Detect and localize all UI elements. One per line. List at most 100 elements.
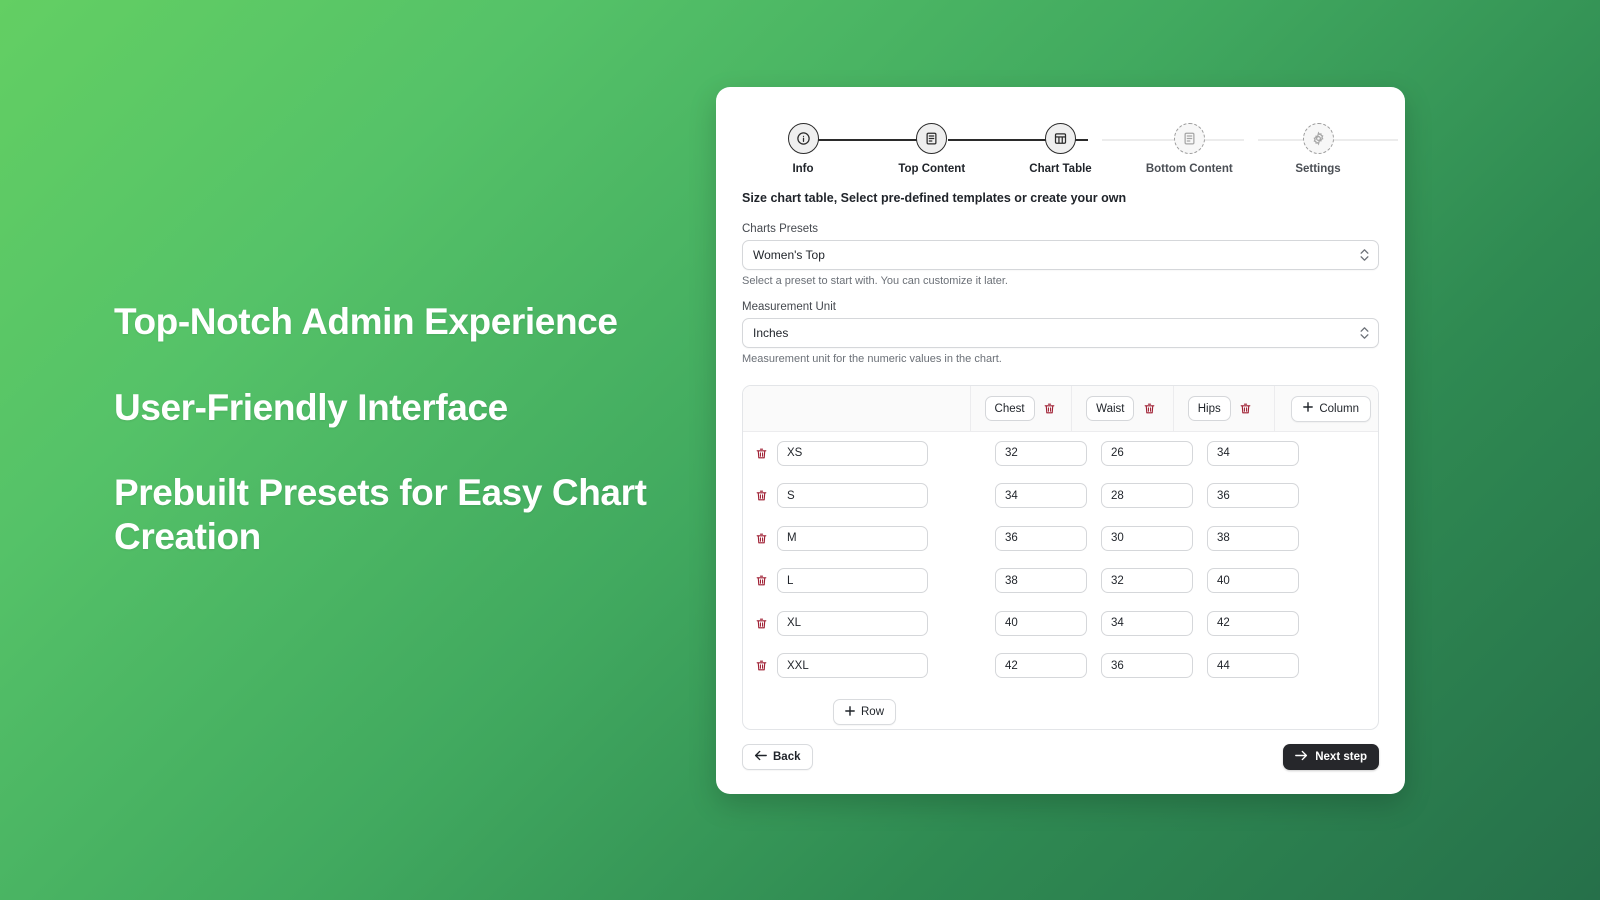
row-size-input[interactable]: S (777, 483, 928, 509)
add-column-label: Column (1319, 402, 1359, 415)
row-cell: 42 (981, 645, 1087, 688)
row-size-cell: S (743, 475, 981, 518)
section-title: Size chart table, Select pre-defined tem… (742, 191, 1127, 206)
info-circle-icon (796, 131, 811, 146)
row-value-input[interactable]: 34 (1207, 440, 1299, 466)
table-header-add-cell: Column (1274, 386, 1378, 432)
row-value-input[interactable]: 36 (1101, 653, 1193, 679)
row-cell: 42 (1193, 602, 1299, 645)
column-name-input-2[interactable]: Hips (1187, 396, 1231, 422)
document-text-icon (1182, 131, 1197, 146)
delete-row-button[interactable] (753, 573, 769, 589)
table-header-size-cell (743, 386, 970, 431)
row-value-input[interactable]: 38 (1207, 525, 1299, 551)
step-circle-bottom-content (1173, 123, 1205, 154)
stepper-step-top-content[interactable]: Top Content (873, 105, 991, 175)
row-cell: 40 (981, 602, 1087, 645)
step-circle-chart-table (1045, 123, 1076, 154)
table-row: L 38 32 40 (743, 560, 1378, 603)
next-step-label: Next step (1315, 751, 1367, 763)
row-cell: 38 (981, 560, 1087, 603)
table-header-col-2: Hips (1172, 386, 1275, 432)
row-cell: 28 (1087, 475, 1193, 518)
promo-line-3: Prebuilt Presets for Easy Chart Creation (114, 472, 647, 557)
measurement-unit-select[interactable]: Inches (742, 318, 1379, 349)
delete-row-button[interactable] (753, 445, 769, 461)
next-step-button[interactable]: Next step (1283, 744, 1379, 770)
column-name-input-0[interactable]: Chest (984, 396, 1035, 422)
wizard-footer: Back Next step (742, 730, 1379, 770)
step-label-top-content: Top Content (898, 163, 966, 175)
row-value-input[interactable]: 38 (995, 568, 1087, 594)
row-cell: 34 (981, 475, 1087, 518)
row-size-cell: XXL (743, 645, 981, 688)
table-header-col-0: Chest (969, 386, 1072, 432)
promo-block: Top-Notch Admin Experience User-Friendly… (114, 300, 714, 559)
row-value-input[interactable]: 40 (995, 610, 1087, 636)
field-measurement-unit: Measurement Unit Inches Measurement unit… (742, 301, 1379, 365)
measurement-unit-value: Inches (753, 326, 789, 341)
row-size-input[interactable]: M (777, 525, 928, 551)
table-footer: Row (743, 687, 1378, 729)
row-size-input[interactable]: XXL (777, 653, 928, 679)
row-cell: 32 (1087, 560, 1193, 603)
row-value-input[interactable]: 34 (1101, 610, 1193, 636)
row-value-input[interactable]: 36 (995, 525, 1087, 551)
delete-column-button-1[interactable] (1141, 401, 1157, 417)
step-circle-info (787, 123, 819, 154)
row-value-input[interactable]: 30 (1101, 525, 1193, 551)
size-chart-table: Chest Waist Hips Column XS 32 26 34 S 34… (742, 385, 1379, 730)
step-label-chart-table: Chart Table (1029, 163, 1092, 175)
delete-row-button[interactable] (753, 658, 769, 674)
step-label-settings: Settings (1295, 163, 1341, 175)
field-charts-presets: Charts Presets Women's Top Select a pres… (742, 223, 1379, 287)
charts-presets-select[interactable]: Women's Top (742, 240, 1379, 271)
row-value-input[interactable]: 42 (995, 653, 1087, 679)
row-size-cell: L (743, 560, 981, 603)
delete-column-button-0[interactable] (1042, 401, 1058, 417)
stepper-step-info[interactable]: Info (744, 105, 862, 175)
delete-row-button[interactable] (753, 530, 769, 546)
stepper-step-chart-table[interactable]: Chart Table (1002, 105, 1120, 175)
row-cell: 34 (1193, 432, 1299, 475)
row-cell: 34 (1087, 602, 1193, 645)
delete-row-button[interactable] (753, 615, 769, 631)
row-value-input[interactable]: 34 (995, 483, 1087, 509)
measurement-unit-help: Measurement unit for the numeric values … (742, 353, 1002, 366)
plus-icon (845, 705, 855, 719)
row-value-input[interactable]: 40 (1207, 568, 1299, 594)
add-row-button[interactable]: Row (833, 699, 897, 726)
table-row: XXL 42 36 44 (743, 645, 1378, 688)
delete-row-button[interactable] (753, 488, 769, 504)
row-value-input[interactable]: 32 (1101, 568, 1193, 594)
row-value-input[interactable]: 44 (1207, 653, 1299, 679)
column-name-input-1[interactable]: Waist (1086, 396, 1135, 422)
delete-column-button-2[interactable] (1238, 401, 1254, 417)
row-size-input[interactable]: XL (777, 610, 928, 636)
row-size-cell: XL (743, 602, 981, 645)
row-size-cell: M (743, 517, 981, 560)
stepper-step-settings[interactable]: Settings (1259, 105, 1377, 175)
arrow-left-icon (754, 750, 767, 764)
row-value-input[interactable]: 42 (1207, 610, 1299, 636)
row-size-input[interactable]: XS (777, 440, 928, 466)
document-text-icon (924, 131, 939, 146)
promo-line-1: Top-Notch Admin Experience (114, 301, 618, 342)
table-row: S 34 28 36 (743, 475, 1378, 518)
measurement-unit-label: Measurement Unit (742, 301, 836, 314)
row-size-input[interactable]: L (777, 568, 928, 594)
row-size-cell: XS (743, 432, 981, 475)
step-circle-top-content (916, 123, 948, 154)
row-cell: 40 (1193, 560, 1299, 603)
step-label-info: Info (792, 163, 814, 175)
row-value-input[interactable]: 32 (995, 440, 1087, 466)
table-row: XL 40 34 42 (743, 602, 1378, 645)
add-column-button[interactable]: Column (1291, 395, 1371, 422)
row-value-input[interactable]: 28 (1101, 483, 1193, 509)
row-value-input[interactable]: 36 (1207, 483, 1299, 509)
row-cell: 30 (1087, 517, 1193, 560)
row-value-input[interactable]: 26 (1101, 440, 1193, 466)
wizard-stepper: Info Top Content Chart Table Bottom Cont… (742, 105, 1398, 181)
stepper-step-bottom-content[interactable]: Bottom Content (1130, 105, 1248, 175)
back-button[interactable]: Back (742, 744, 813, 770)
